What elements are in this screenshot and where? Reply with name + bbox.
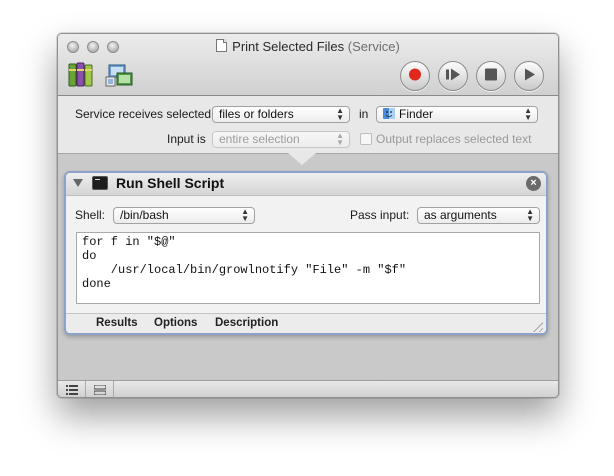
connector-notch: [288, 153, 316, 165]
stop-button[interactable]: [476, 61, 506, 91]
library-icon[interactable]: [67, 61, 95, 89]
tab-options[interactable]: Options: [154, 317, 197, 329]
log-view-icon: [93, 384, 107, 397]
document-icon: [216, 39, 228, 52]
run-icon: [522, 68, 536, 85]
shell-label: Shell:: [75, 208, 106, 222]
in-label: in: [359, 107, 369, 121]
log-view-button[interactable]: [86, 381, 114, 397]
application-popup[interactable]: Finder ▲ ▼: [376, 106, 538, 123]
title-bar[interactable]: Print Selected Files (Service): [58, 34, 558, 96]
list-view-button[interactable]: [58, 381, 86, 397]
list-view-icon: [66, 384, 78, 397]
popup-arrows-icon: ▲ ▼: [526, 207, 534, 223]
workflow-area: Run Shell Script × Shell: /bin/bash ▲ ▼ P…: [58, 153, 558, 381]
pass-input-value: as arguments: [424, 208, 497, 222]
popup-arrows-icon: ▲ ▼: [336, 106, 344, 122]
window-title-text: Print Selected Files: [232, 39, 345, 54]
action-title: Run Shell Script: [116, 175, 225, 191]
disclosure-triangle-icon[interactable]: [73, 179, 83, 187]
popup-arrows-icon: ▲ ▼: [241, 207, 249, 223]
input-is-value: entire selection: [219, 132, 300, 146]
output-replaces-checkbox[interactable]: [360, 133, 372, 145]
popup-arrows-icon: ▲ ▼: [336, 131, 344, 147]
input-is-popup: entire selection ▲ ▼: [212, 131, 350, 148]
output-replaces-label: Output replaces selected text: [376, 132, 532, 146]
terminal-icon: [92, 176, 108, 190]
bottom-bar: [58, 380, 558, 397]
pass-input-label: Pass input:: [350, 208, 410, 222]
service-receives-label: Service receives selected: [75, 107, 212, 121]
pass-input-popup[interactable]: as arguments ▲ ▼: [417, 207, 540, 224]
tab-description[interactable]: Description: [215, 317, 278, 329]
run-shell-script-action[interactable]: Run Shell Script × Shell: /bin/bash ▲ ▼ P…: [64, 171, 548, 335]
script-editor[interactable]: for f in "$@" do /usr/local/bin/growlnot…: [76, 232, 540, 304]
application-value: Finder: [399, 107, 434, 121]
window-subtitle: (Service): [347, 39, 400, 54]
record-icon: [408, 68, 422, 85]
record-button[interactable]: [400, 61, 430, 91]
receives-type-popup[interactable]: files or folders ▲ ▼: [212, 106, 350, 123]
script-text[interactable]: for f in "$@" do /usr/local/bin/growlnot…: [77, 233, 539, 293]
stop-icon: [485, 68, 497, 84]
input-is-label: Input is: [167, 132, 206, 146]
popup-arrows-icon: ▲ ▼: [524, 106, 532, 122]
action-header[interactable]: Run Shell Script ×: [66, 173, 546, 196]
shell-popup[interactable]: /bin/bash ▲ ▼: [113, 207, 255, 224]
step-icon: [445, 68, 461, 85]
remove-action-button[interactable]: ×: [526, 176, 541, 191]
shell-value: /bin/bash: [120, 208, 169, 222]
step-button[interactable]: [438, 61, 468, 91]
action-footer: Results Options Description: [66, 313, 546, 333]
service-settings-bar: Service receives selected files or folde…: [58, 96, 558, 154]
tab-results[interactable]: Results: [96, 317, 138, 329]
media-icon[interactable]: [105, 63, 135, 89]
close-icon: ×: [530, 177, 537, 189]
run-button[interactable]: [514, 61, 544, 91]
automator-window: Print Selected Files (Service) Service r…: [57, 33, 559, 398]
window-title: Print Selected Files (Service): [58, 39, 558, 54]
finder-icon: [383, 108, 395, 119]
receives-type-value: files or folders: [219, 107, 294, 121]
resize-handle-icon[interactable]: [533, 322, 543, 332]
